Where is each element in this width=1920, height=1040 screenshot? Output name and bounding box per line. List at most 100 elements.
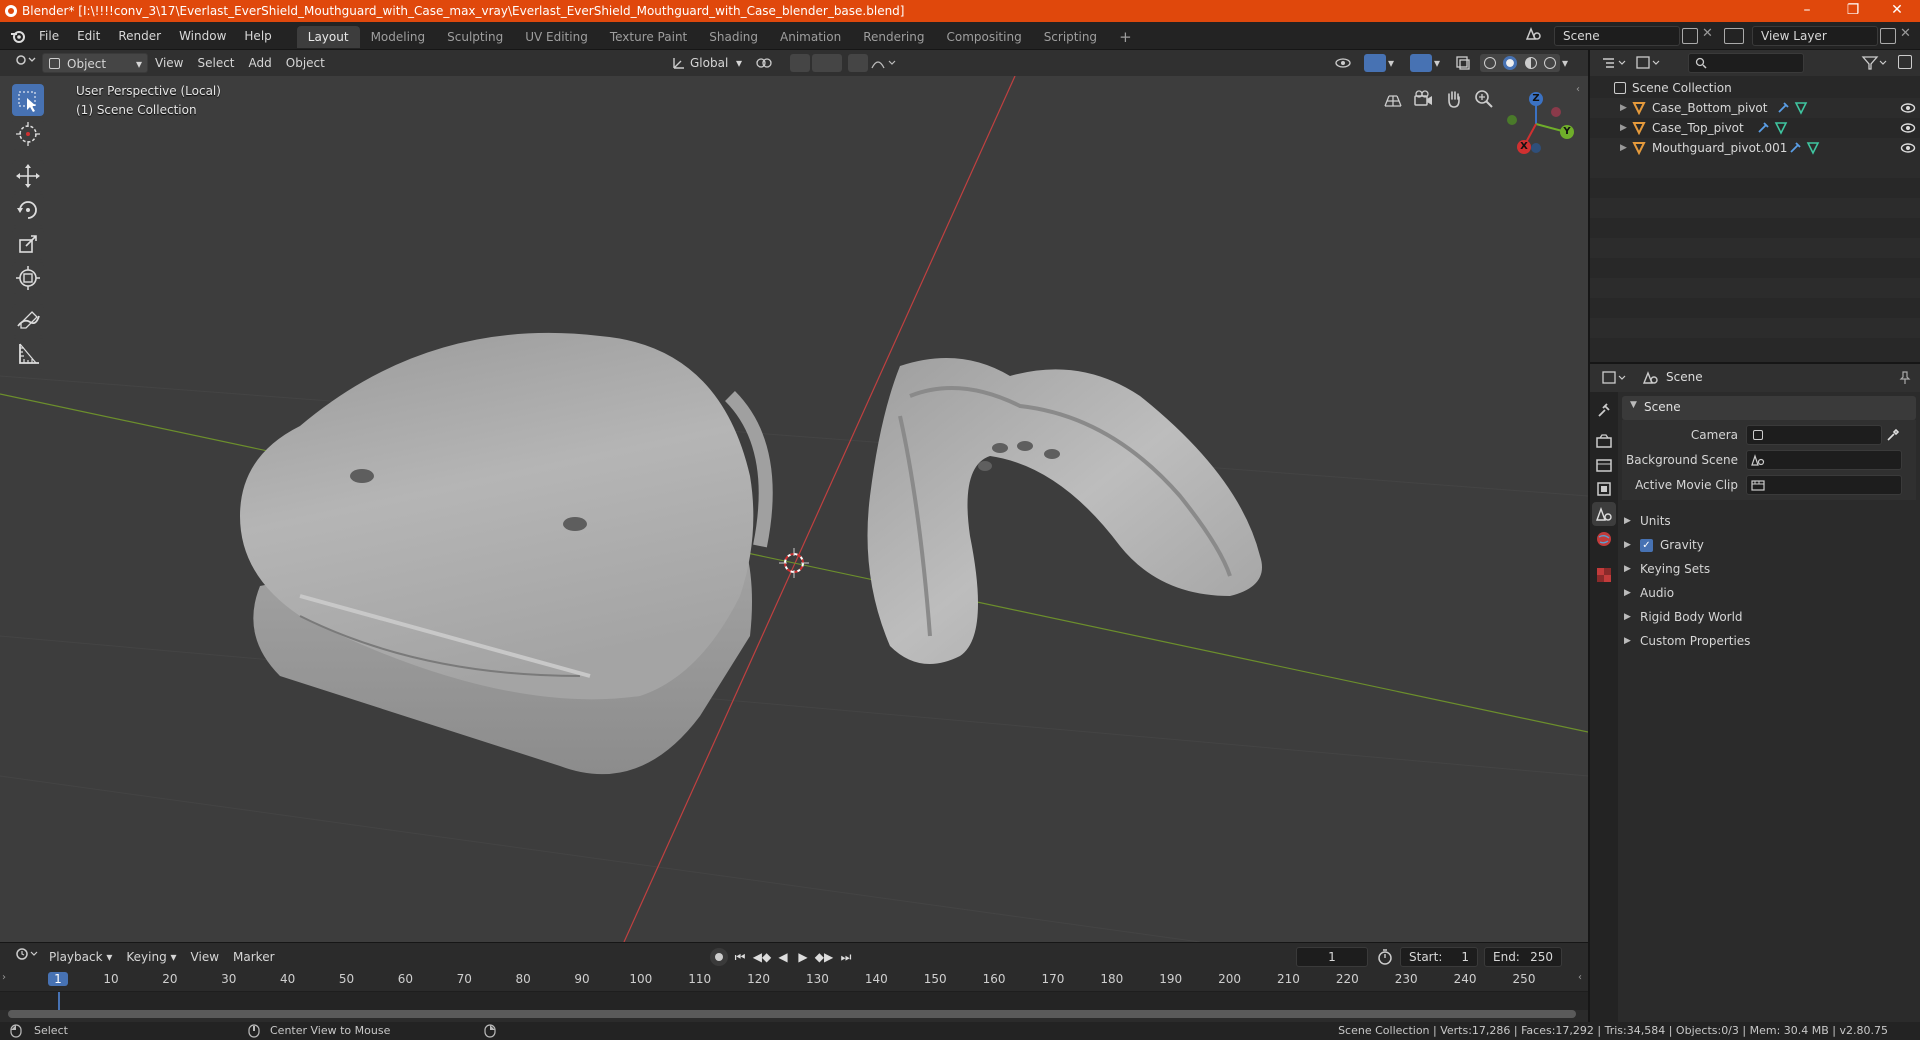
- move-tool-icon[interactable]: [12, 160, 44, 192]
- outliner-item-case-bottom[interactable]: ▶ Case_Bottom_pivot: [1590, 98, 1920, 118]
- view-layer-icon[interactable]: [1724, 28, 1744, 44]
- view-layer-tab-icon[interactable]: [1595, 480, 1613, 498]
- chevron-down-icon[interactable]: ▾: [1562, 54, 1574, 72]
- xray-toggle-icon[interactable]: [1454, 54, 1472, 72]
- menu-edit[interactable]: Edit: [68, 26, 109, 46]
- visibility-selectability-icon[interactable]: [1334, 54, 1362, 72]
- case-object[interactable]: [240, 332, 773, 775]
- navigation-gizmo[interactable]: Z Y X: [1496, 84, 1576, 164]
- new-view-layer-icon[interactable]: [1880, 28, 1896, 44]
- wireframe-shading-icon[interactable]: [1483, 57, 1496, 69]
- zoom-icon[interactable]: [1473, 88, 1495, 110]
- tool-tab-icon[interactable]: [1595, 402, 1613, 420]
- scroll-right-icon[interactable]: ‹: [1578, 972, 1582, 983]
- custom-properties-panel-header[interactable]: ▶ Custom Properties: [1624, 630, 1916, 652]
- rigid-body-world-panel-header[interactable]: ▶ Rigid Body World: [1624, 606, 1916, 628]
- active-movie-clip-field[interactable]: [1746, 475, 1902, 495]
- close-icon[interactable]: ✕: [1874, 0, 1920, 22]
- keying-sets-panel-header[interactable]: ▶ Keying Sets: [1624, 558, 1916, 580]
- 3d-viewport[interactable]: User Perspective (Local) (1) Scene Colle…: [0, 76, 1588, 942]
- tab-sculpting[interactable]: Sculpting: [436, 26, 514, 48]
- gizmo-z-axis[interactable]: Z: [1529, 92, 1543, 106]
- audio-panel-header[interactable]: ▶ Audio: [1624, 582, 1916, 604]
- camera-field[interactable]: [1746, 425, 1882, 445]
- tab-rendering[interactable]: Rendering: [852, 26, 935, 48]
- scene-icon[interactable]: [1524, 26, 1548, 46]
- delete-view-layer-icon[interactable]: ✕: [1900, 26, 1911, 41]
- scene-tab-icon[interactable]: [1592, 502, 1616, 526]
- tab-compositing[interactable]: Compositing: [935, 26, 1032, 48]
- outliner-editor-type-icon[interactable]: [1600, 54, 1630, 72]
- chevron-down-icon[interactable]: ▾: [1388, 54, 1400, 72]
- pin-icon[interactable]: [1898, 371, 1912, 385]
- view-layer-field[interactable]: View Layer: [1752, 26, 1878, 46]
- rendered-shading-icon[interactable]: [1544, 57, 1557, 69]
- gravity-checkbox[interactable]: ✓: [1640, 539, 1653, 552]
- scale-tool-icon[interactable]: [12, 228, 44, 260]
- display-mode-icon[interactable]: [1634, 54, 1664, 72]
- timeline-menu-keying[interactable]: Keying ▾: [119, 947, 183, 967]
- scroll-left-icon[interactable]: ›: [2, 972, 6, 983]
- menu-file[interactable]: File: [30, 26, 68, 46]
- outliner-item-case-top[interactable]: ▶ Case_Top_pivot: [1590, 118, 1920, 138]
- units-panel-header[interactable]: ▶ Units: [1624, 510, 1916, 532]
- proportional-falloff-icon[interactable]: [870, 54, 898, 72]
- gizmo-y-axis[interactable]: Y: [1560, 125, 1574, 139]
- snap-target-icon[interactable]: [812, 54, 842, 72]
- editor-type-icon[interactable]: [8, 53, 42, 73]
- outliner-search-input[interactable]: [1688, 53, 1804, 73]
- grid-view-icon[interactable]: [1382, 88, 1404, 110]
- tab-scripting[interactable]: Scripting: [1033, 26, 1108, 48]
- tab-layout[interactable]: Layout: [296, 26, 360, 48]
- snap-toggle-icon[interactable]: [790, 54, 810, 72]
- background-scene-field[interactable]: [1746, 450, 1902, 470]
- minimize-icon[interactable]: –: [1784, 0, 1830, 22]
- menu-render[interactable]: Render: [109, 26, 170, 46]
- annotate-tool-icon[interactable]: [12, 304, 44, 336]
- new-collection-icon[interactable]: [1898, 55, 1912, 69]
- chevron-down-icon[interactable]: ▾: [1434, 54, 1446, 72]
- visibility-eye-icon[interactable]: [1900, 122, 1916, 134]
- menu-window[interactable]: Window: [170, 26, 235, 46]
- delete-scene-icon[interactable]: ✕: [1702, 26, 1713, 41]
- start-frame-field[interactable]: Start: 1: [1400, 947, 1478, 967]
- visibility-eye-icon[interactable]: [1900, 142, 1916, 154]
- play-icon[interactable]: ▶: [794, 948, 812, 966]
- jump-start-icon[interactable]: ⏮: [730, 948, 750, 966]
- texture-tab-icon[interactable]: [1595, 566, 1613, 584]
- jump-keyframe-back-icon[interactable]: ◀◆: [752, 948, 772, 966]
- object-mode-dropdown[interactable]: Object Mode ▾: [42, 53, 148, 91]
- timeline-editor-type-icon[interactable]: [8, 947, 42, 967]
- scene-section-header[interactable]: ▼ Scene: [1622, 396, 1916, 420]
- transform-tool-icon[interactable]: [12, 262, 44, 294]
- tab-shading[interactable]: Shading: [698, 26, 769, 48]
- outliner-item-mouthguard[interactable]: ▶ Mouthguard_pivot.001: [1590, 138, 1920, 158]
- scene-field[interactable]: Scene: [1554, 26, 1680, 46]
- blender-menu-icon[interactable]: [0, 26, 30, 46]
- timeline-track[interactable]: [0, 992, 1588, 1010]
- tab-modeling[interactable]: Modeling: [360, 26, 437, 48]
- viewport-menu-add[interactable]: Add: [242, 53, 279, 73]
- measure-tool-icon[interactable]: [12, 338, 44, 370]
- tab-texture-paint[interactable]: Texture Paint: [599, 26, 698, 48]
- proportional-editing-icon[interactable]: [848, 54, 868, 72]
- properties-editor-type-icon[interactable]: [1600, 369, 1630, 387]
- cursor-tool-icon[interactable]: [12, 118, 44, 150]
- output-tab-icon[interactable]: [1595, 456, 1613, 474]
- viewport-menu-select[interactable]: Select: [190, 53, 241, 73]
- tab-uv-editing[interactable]: UV Editing: [514, 26, 599, 48]
- add-workspace-button[interactable]: +: [1108, 26, 1143, 48]
- tab-animation[interactable]: Animation: [769, 26, 852, 48]
- pivot-point-icon[interactable]: [756, 56, 772, 70]
- end-frame-field[interactable]: End: 250: [1484, 947, 1562, 967]
- material-shading-icon[interactable]: [1524, 57, 1537, 69]
- mouthguard-object[interactable]: [867, 358, 1263, 664]
- current-frame-field[interactable]: 1: [1296, 947, 1368, 967]
- gizmo-toggle-icon[interactable]: [1364, 54, 1386, 72]
- timeline-scrollbar[interactable]: [8, 1010, 1576, 1018]
- transform-orientation-dropdown[interactable]: Global ▾: [668, 53, 746, 73]
- rotate-tool-icon[interactable]: [12, 194, 44, 226]
- filter-icon[interactable]: [1860, 54, 1890, 72]
- play-reverse-icon[interactable]: ◀: [774, 948, 792, 966]
- menu-help[interactable]: Help: [235, 26, 280, 46]
